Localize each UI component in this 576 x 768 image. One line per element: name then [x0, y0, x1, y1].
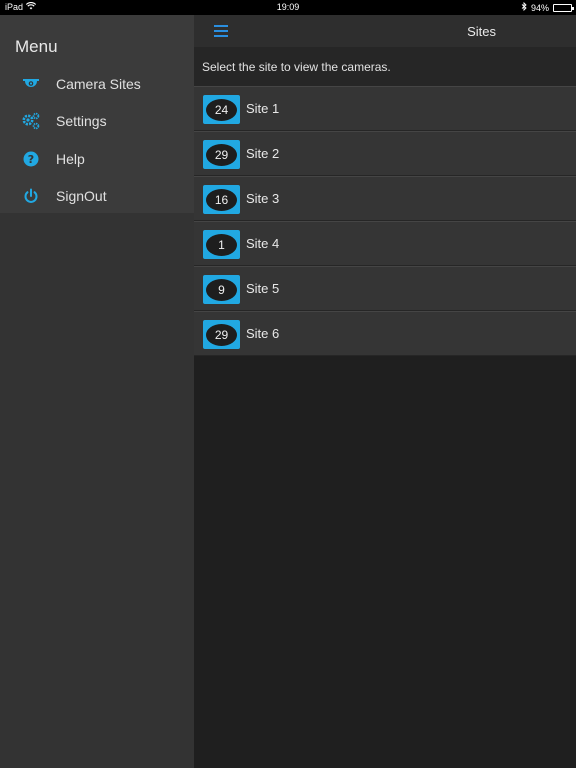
camera-count-badge: 24	[203, 95, 240, 124]
site-list: 24 Site 1 29 Site 2 16 Site 3 1 Site 4 9	[194, 86, 576, 356]
help-icon: ?	[21, 149, 41, 169]
page-title: Sites	[467, 24, 496, 39]
instruction-text: Select the site to view the cameras.	[194, 48, 576, 86]
site-name: Site 5	[246, 281, 280, 296]
side-menu: Menu Camera Sites Settings ? Help SignOu…	[0, 15, 194, 768]
camera-count: 29	[206, 143, 237, 166]
camera-count-badge: 29	[203, 320, 240, 349]
status-right: 94%	[521, 1, 574, 13]
gears-icon	[21, 111, 41, 131]
camera-count: 29	[206, 323, 237, 346]
site-name: Site 2	[246, 146, 280, 161]
camera-count: 24	[206, 98, 237, 121]
menu-item-help[interactable]: ? Help	[0, 140, 194, 177]
menu-title: Menu	[15, 37, 58, 56]
battery-icon	[553, 3, 574, 12]
camera-count-badge: 1	[203, 230, 240, 259]
camera-count-badge: 16	[203, 185, 240, 214]
camera-count: 1	[206, 233, 237, 256]
camera-icon	[21, 74, 41, 94]
camera-count-badge: 29	[203, 140, 240, 169]
menu-item-label: SignOut	[56, 187, 107, 204]
menu-item-label: Help	[56, 150, 85, 167]
status-time: 19:09	[276, 2, 300, 12]
power-icon	[21, 186, 41, 206]
site-name: Site 6	[246, 326, 280, 341]
camera-count-badge: 9	[203, 275, 240, 304]
status-bar: iPad 19:09 94%	[0, 0, 576, 15]
site-row-4[interactable]: 1 Site 4	[194, 221, 576, 266]
svg-text:?: ?	[28, 153, 34, 166]
menu-item-signout[interactable]: SignOut	[0, 177, 194, 214]
hamburger-menu-icon[interactable]	[214, 25, 228, 37]
site-name: Site 1	[246, 101, 280, 116]
site-row-2[interactable]: 29 Site 2	[194, 131, 576, 176]
camera-count: 16	[206, 188, 237, 211]
battery-percent: 94%	[530, 2, 549, 13]
main-pane: Sites Select the site to view the camera…	[194, 15, 576, 768]
site-row-3[interactable]: 16 Site 3	[194, 176, 576, 221]
site-row-1[interactable]: 24 Site 1	[194, 86, 576, 131]
menu-item-label: Camera Sites	[56, 75, 141, 92]
site-row-6[interactable]: 29 Site 6	[194, 311, 576, 356]
site-row-5[interactable]: 9 Site 5	[194, 266, 576, 311]
camera-count: 9	[206, 278, 237, 301]
menu-item-settings[interactable]: Settings	[0, 102, 194, 139]
site-name: Site 4	[246, 236, 280, 251]
site-name: Site 3	[246, 191, 280, 206]
menu-item-label: Settings	[56, 112, 107, 129]
menu-item-camera-sites[interactable]: Camera Sites	[0, 65, 194, 102]
nav-bar: Sites	[194, 15, 576, 48]
bluetooth-icon	[521, 1, 527, 13]
